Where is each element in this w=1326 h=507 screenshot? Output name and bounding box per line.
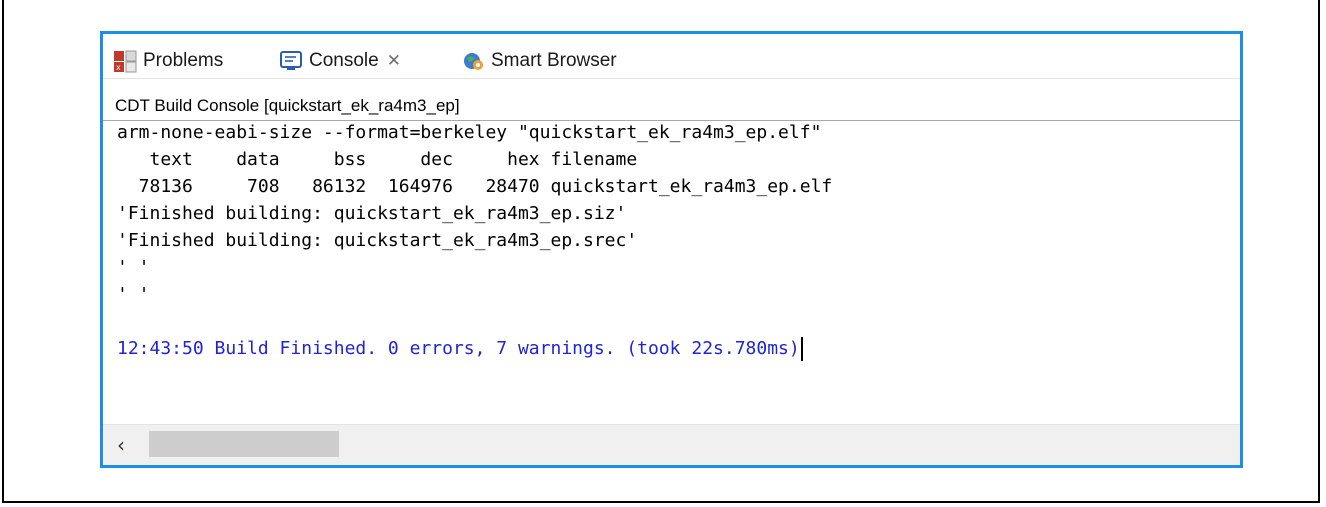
console-line: 'Finished building: quickstart_ek_ra4m3_… [117, 203, 627, 224]
tab-console[interactable]: Console ✕ [279, 44, 401, 78]
console-title: CDT Build Console [quickstart_ek_ra4m3_e… [115, 96, 460, 115]
outer-frame: x Problems Console ✕ Smart Browser CDT B… [2, 0, 1320, 503]
console-icon [279, 49, 303, 73]
chevron-left-icon[interactable]: ‹ [117, 433, 125, 457]
tab-label: Smart Browser [491, 50, 617, 71]
tab-label: Console [309, 50, 379, 71]
close-icon[interactable]: ✕ [387, 51, 401, 71]
console-line: ' ' [117, 284, 150, 305]
tab-smart-browser[interactable]: Smart Browser [461, 44, 617, 78]
svg-text:x: x [116, 63, 121, 72]
problems-icon: x [113, 49, 137, 73]
console-line: ' ' [117, 257, 150, 278]
console-line: 78136 708 86132 164976 28470 quickstart_… [117, 176, 833, 197]
tab-problems[interactable]: x Problems [113, 44, 223, 78]
build-status: 12:43:50 Build Finished. 0 errors, 7 war… [117, 338, 800, 359]
tab-divider [103, 78, 1240, 79]
scrollbar-thumb[interactable] [149, 431, 339, 457]
console-line: arm-none-eabi-size --format=berkeley "qu… [117, 122, 822, 143]
tab-label: Problems [143, 50, 224, 71]
horizontal-scrollbar[interactable]: ‹ [103, 424, 1240, 465]
text-cursor [800, 337, 803, 361]
console-view: x Problems Console ✕ Smart Browser CDT B… [100, 31, 1243, 468]
smart-browser-icon [461, 49, 485, 73]
console-output[interactable]: arm-none-eabi-size --format=berkeley "qu… [117, 119, 1240, 362]
console-line: text data bss dec hex filename [117, 149, 638, 170]
view-tab-bar: x Problems Console ✕ Smart Browser [103, 34, 1240, 94]
console-line: 'Finished building: quickstart_ek_ra4m3_… [117, 230, 638, 251]
build-status-line: 12:43:50 Build Finished. 0 errors, 7 war… [117, 335, 1240, 362]
